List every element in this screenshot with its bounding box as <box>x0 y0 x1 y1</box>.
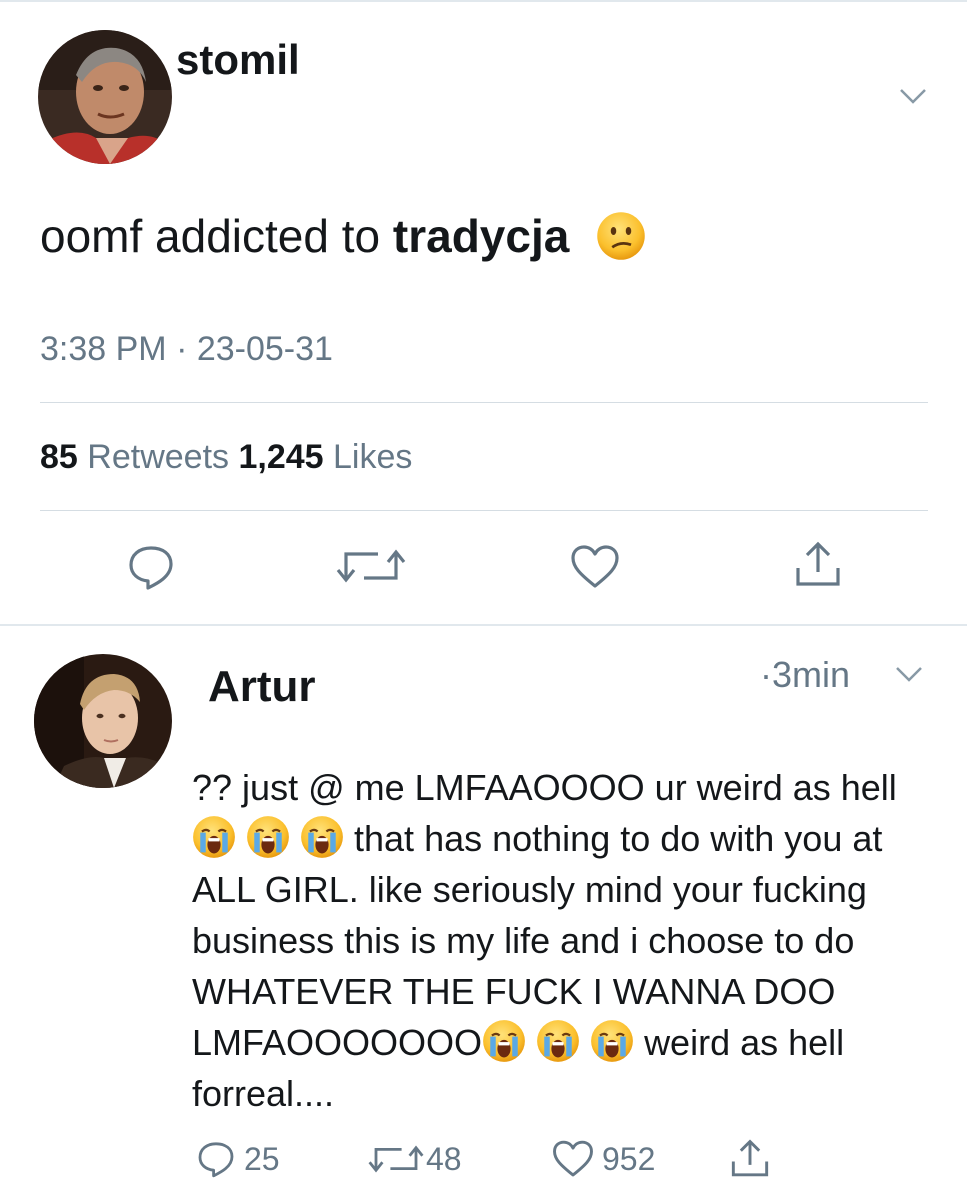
like-count: 952 <box>602 1140 656 1177</box>
loudly-crying-face-emoji <box>246 815 290 859</box>
divider <box>40 402 928 403</box>
reply-author-name[interactable]: Artur <box>208 662 316 712</box>
like-icon[interactable] <box>570 544 620 590</box>
divider <box>40 510 928 511</box>
retweets-label[interactable]: Retweets <box>87 438 229 476</box>
like-icon <box>553 1140 593 1177</box>
share-icon[interactable] <box>794 540 842 590</box>
tweet-text-bold: tradycja <box>392 210 570 262</box>
tweet-text: oomf addicted to tradycja <box>40 206 646 266</box>
reply-time[interactable]: ·3min <box>760 654 850 696</box>
likes-count[interactable]: 1,245 <box>238 438 323 476</box>
reply-retweet-button[interactable]: 48 <box>368 1136 462 1182</box>
tweet-text-plain: oomf addicted to <box>40 210 393 262</box>
chevron-down-icon[interactable] <box>894 664 924 684</box>
loudly-crying-face-emoji <box>192 815 236 859</box>
reply-icon <box>198 1142 234 1178</box>
reply-like-button[interactable]: 952 <box>552 1136 655 1182</box>
top-border <box>0 0 967 2</box>
reply-reply-button[interactable]: 25 <box>196 1136 280 1182</box>
reply-text-part1: ?? just @ me LMFAAOOOO ur weird as hell <box>192 767 897 808</box>
tweet-timestamp[interactable]: 3:38 PM · 23-05-31 <box>40 330 333 369</box>
retweet-count: 48 <box>426 1140 462 1177</box>
likes-label[interactable]: Likes <box>333 438 412 476</box>
retweet-icon <box>368 1145 424 1173</box>
reply-icon[interactable] <box>126 542 176 592</box>
retweet-icon[interactable] <box>336 544 406 588</box>
reply-avatar[interactable] <box>34 654 172 788</box>
section-divider <box>0 624 967 626</box>
reply-count: 25 <box>244 1140 280 1177</box>
chevron-down-icon[interactable] <box>898 86 928 106</box>
reply-share-button[interactable] <box>730 1136 770 1182</box>
author-name[interactable]: stomil <box>176 36 300 84</box>
loudly-crying-face-emoji <box>590 1019 634 1063</box>
reply-text: ?? just @ me LMFAAOOOO ur weird as hell … <box>192 762 932 1119</box>
retweets-count[interactable]: 85 <box>40 438 78 476</box>
share-icon <box>731 1139 769 1177</box>
avatar[interactable] <box>38 30 172 164</box>
loudly-crying-face-emoji <box>482 1019 526 1063</box>
confused-face-emoji <box>597 212 645 260</box>
loudly-crying-face-emoji <box>536 1019 580 1063</box>
tweet-stats: 85 Retweets 1,245 Likes <box>40 438 412 477</box>
loudly-crying-face-emoji <box>300 815 344 859</box>
